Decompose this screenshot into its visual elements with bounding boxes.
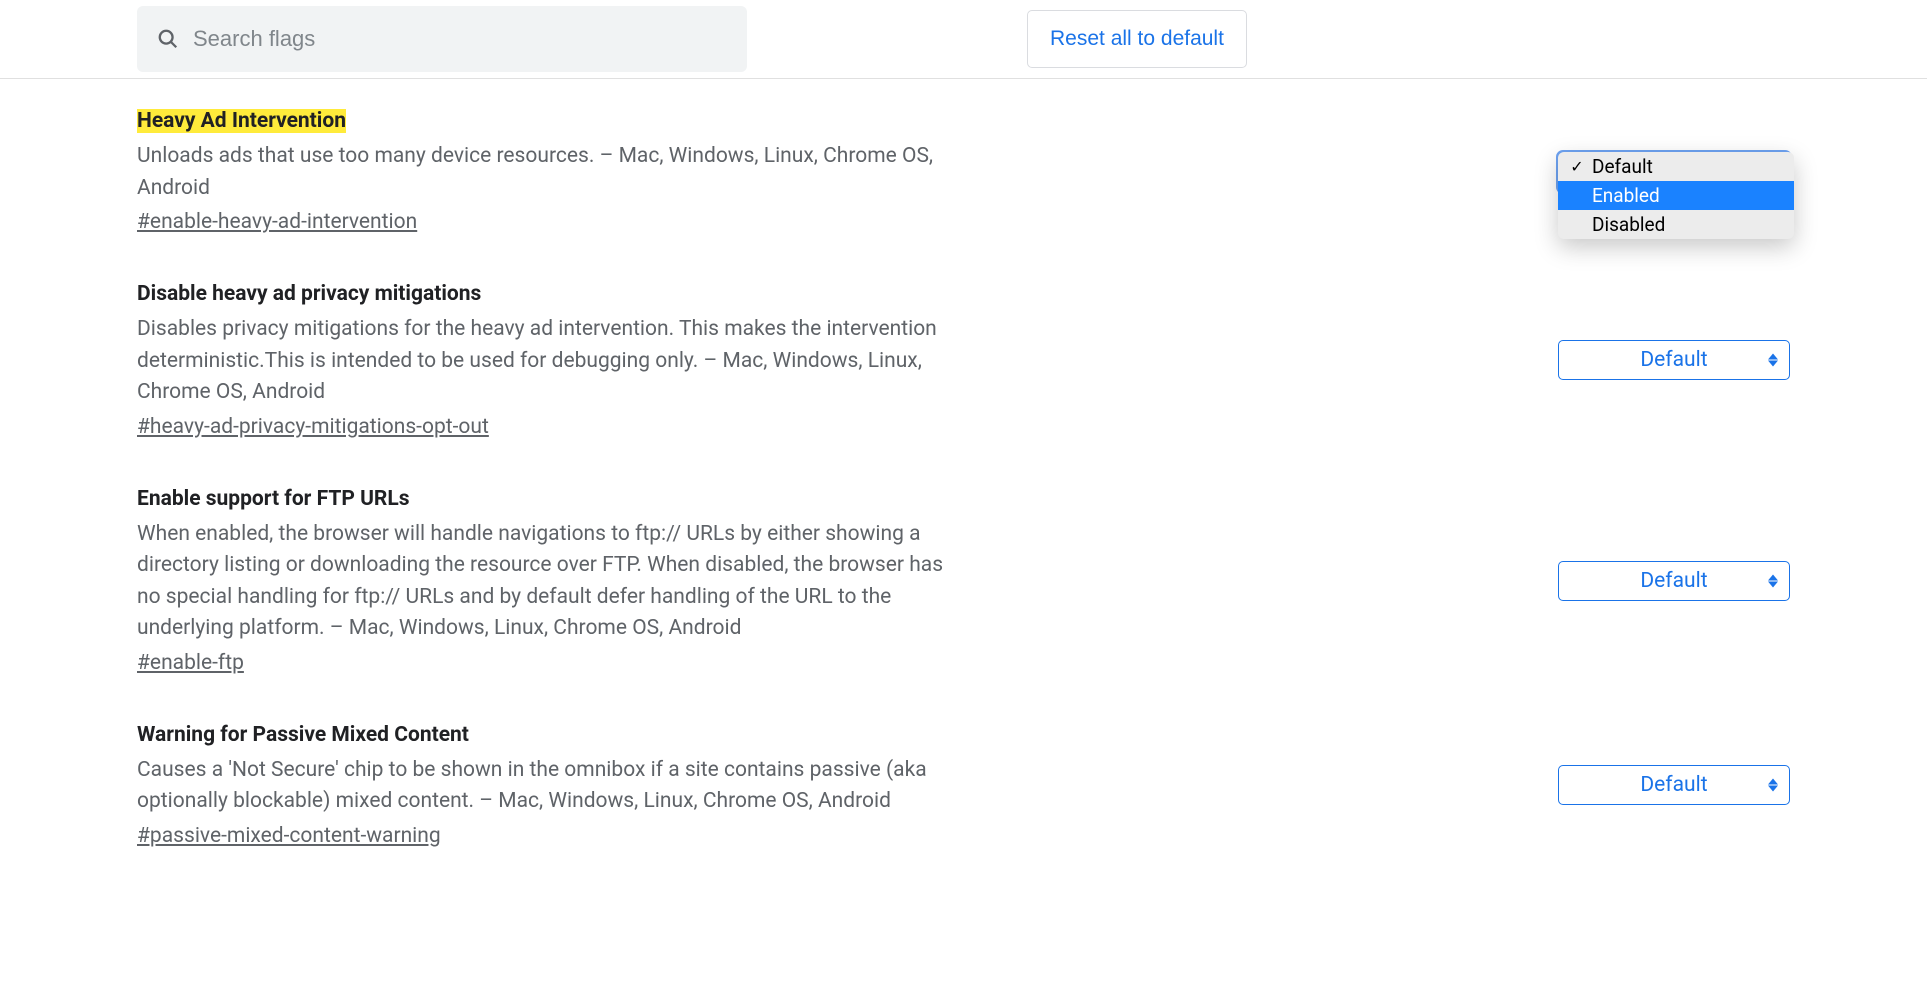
- flag-description: When enabled, the browser will handle na…: [137, 519, 947, 645]
- reset-all-button[interactable]: Reset all to default: [1027, 10, 1247, 68]
- flag-text: Disable heavy ad privacy mitigations Dis…: [137, 282, 947, 439]
- flag-row: Enable support for FTP URLs When enabled…: [137, 487, 1790, 675]
- flag-anchor-link[interactable]: #enable-heavy-ad-intervention: [137, 210, 417, 234]
- flag-anchor-link[interactable]: #heavy-ad-privacy-mitigations-opt-out: [137, 415, 489, 439]
- flag-text: Warning for Passive Mixed Content Causes…: [137, 723, 947, 848]
- flag-select-value: Default: [1640, 569, 1707, 593]
- flag-text: Enable support for FTP URLs When enabled…: [137, 487, 947, 675]
- flag-select[interactable]: Default: [1558, 340, 1790, 380]
- flag-anchor-link[interactable]: #enable-ftp: [137, 651, 244, 675]
- header-bar: Reset all to default: [0, 0, 1927, 79]
- checkmark-icon: ✓: [1568, 157, 1586, 176]
- flag-control: Default ✓ Default Enabled Disabled: [1558, 152, 1790, 192]
- flag-select-value: Default: [1640, 348, 1707, 372]
- flag-select[interactable]: Default: [1558, 561, 1790, 601]
- dropdown-option-label: Enabled: [1592, 184, 1784, 207]
- flag-description: Disables privacy mitigations for the hea…: [137, 314, 947, 409]
- flag-title: Heavy Ad Intervention: [137, 109, 346, 133]
- dropdown-option-label: Disabled: [1592, 213, 1784, 236]
- dropdown-option-enabled[interactable]: Enabled: [1558, 181, 1794, 210]
- flag-select-value: Default: [1640, 773, 1707, 797]
- flag-title: Disable heavy ad privacy mitigations: [137, 282, 481, 306]
- search-icon: [157, 28, 179, 50]
- flag-description: Unloads ads that use too many device res…: [137, 141, 947, 204]
- flag-row: Disable heavy ad privacy mitigations Dis…: [137, 282, 1790, 439]
- dropdown-option-default[interactable]: ✓ Default: [1558, 152, 1794, 181]
- select-arrows-icon: [1767, 779, 1779, 792]
- dropdown-option-disabled[interactable]: Disabled: [1558, 210, 1794, 239]
- flag-title: Enable support for FTP URLs: [137, 487, 410, 511]
- flag-control: Default: [1558, 561, 1790, 601]
- search-input[interactable]: [193, 26, 727, 52]
- dropdown-option-label: Default: [1592, 155, 1784, 178]
- flag-control: Default: [1558, 765, 1790, 805]
- flag-row: Warning for Passive Mixed Content Causes…: [137, 723, 1790, 848]
- flag-dropdown-menu: ✓ Default Enabled Disabled: [1558, 152, 1794, 239]
- flag-row: Heavy Ad Intervention Unloads ads that u…: [137, 109, 1790, 234]
- flag-control: Default: [1558, 340, 1790, 380]
- flag-title: Warning for Passive Mixed Content: [137, 723, 469, 747]
- select-arrows-icon: [1767, 354, 1779, 367]
- flag-select[interactable]: Default: [1558, 765, 1790, 805]
- flags-list: Heavy Ad Intervention Unloads ads that u…: [0, 79, 1927, 848]
- flag-anchor-link[interactable]: #passive-mixed-content-warning: [137, 824, 441, 848]
- flag-text: Heavy Ad Intervention Unloads ads that u…: [137, 109, 947, 234]
- search-box: [137, 6, 747, 72]
- select-arrows-icon: [1767, 574, 1779, 587]
- flag-description: Causes a 'Not Secure' chip to be shown i…: [137, 755, 947, 818]
